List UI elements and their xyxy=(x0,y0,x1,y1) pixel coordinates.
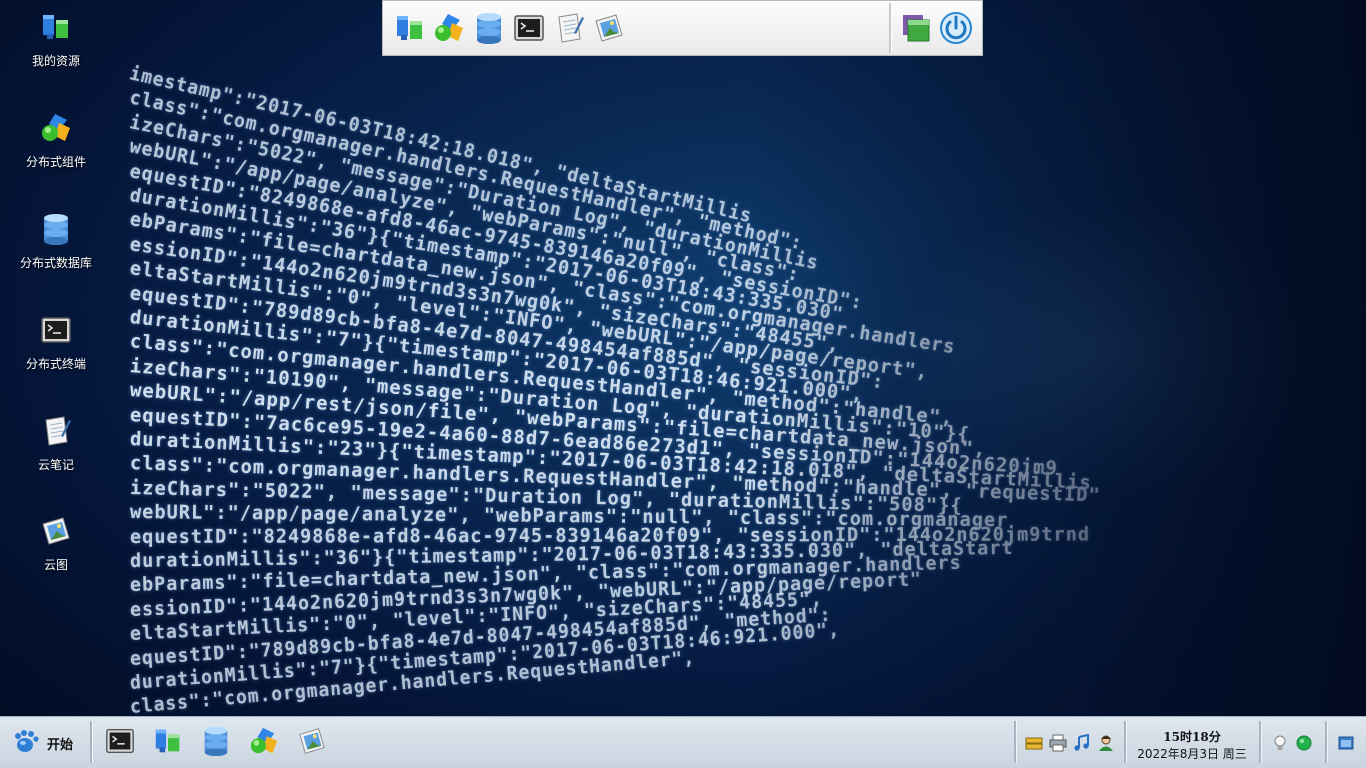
resources-icon xyxy=(43,15,68,39)
desktop-icon-resources[interactable]: 我的资源 xyxy=(10,10,102,69)
database-icon[interactable] xyxy=(200,725,232,757)
desktop-icon-components[interactable]: 分布式组件 xyxy=(10,111,102,170)
taskbar-separator xyxy=(1259,721,1262,763)
printer-icon[interactable] xyxy=(1049,734,1067,752)
show-desktop-icon[interactable] xyxy=(1337,734,1355,752)
desktop-icon-label: 云笔记 xyxy=(37,458,74,472)
components-icon[interactable] xyxy=(248,725,280,757)
dock-separator xyxy=(889,3,892,53)
resources-icon[interactable] xyxy=(152,725,184,757)
start-button[interactable]: 开始 xyxy=(10,726,84,758)
components-icon xyxy=(42,114,70,141)
power-icon[interactable] xyxy=(939,11,973,45)
taskbar-separator xyxy=(1325,721,1328,763)
desktop-icon-label: 分布式组件 xyxy=(25,155,86,169)
terminal-icon xyxy=(41,317,71,343)
images-icon[interactable] xyxy=(592,11,626,45)
start-logo-icon xyxy=(15,730,39,752)
taskbar-separator xyxy=(1014,721,1017,763)
terminal-icon[interactable] xyxy=(104,725,136,757)
images-icon xyxy=(42,517,70,545)
top-dock xyxy=(382,0,983,56)
windows-icon[interactable] xyxy=(899,11,933,45)
database-icon xyxy=(44,214,68,245)
notes-icon[interactable] xyxy=(552,11,586,45)
notes-icon xyxy=(45,416,71,446)
desktop-icon-label: 分布式数据库 xyxy=(19,256,92,270)
terminal-icon[interactable] xyxy=(512,11,546,45)
clock-date[interactable]: 2022年8月3日 周三 xyxy=(1130,745,1254,762)
taskbar-separator xyxy=(1124,721,1127,763)
start-label: 开始 xyxy=(47,738,74,753)
desktop-icon-images[interactable]: 云图 xyxy=(10,514,102,573)
clock-time[interactable]: 15时18分 xyxy=(1134,728,1250,745)
desktop-icon-label: 我的资源 xyxy=(31,54,80,68)
desktop-icon-terminal[interactable]: 分布式终端 xyxy=(10,313,102,372)
bulb-icon[interactable] xyxy=(1271,734,1289,752)
user-icon[interactable] xyxy=(1097,734,1115,752)
resources-icon[interactable] xyxy=(393,11,427,45)
storage-icon[interactable] xyxy=(1025,734,1043,752)
desktop-wallpaper: imestamp":"2017-06-03T18:42:18.018", "de… xyxy=(0,0,1366,716)
images-icon[interactable] xyxy=(296,725,328,757)
taskbar-separator xyxy=(90,721,93,763)
desktop-icon-database[interactable]: 分布式数据库 xyxy=(10,212,102,271)
taskbar: 开始 15时18分 2022年8月3日 周三 xyxy=(0,716,1366,768)
components-icon[interactable] xyxy=(432,11,466,45)
music-icon[interactable] xyxy=(1073,734,1091,752)
online-icon[interactable] xyxy=(1295,734,1313,752)
database-icon[interactable] xyxy=(472,11,506,45)
desktop-icon-label: 分布式终端 xyxy=(25,357,86,371)
desktop-icon-label: 云图 xyxy=(43,558,68,572)
desktop-icon-notes[interactable]: 云笔记 xyxy=(10,414,102,473)
